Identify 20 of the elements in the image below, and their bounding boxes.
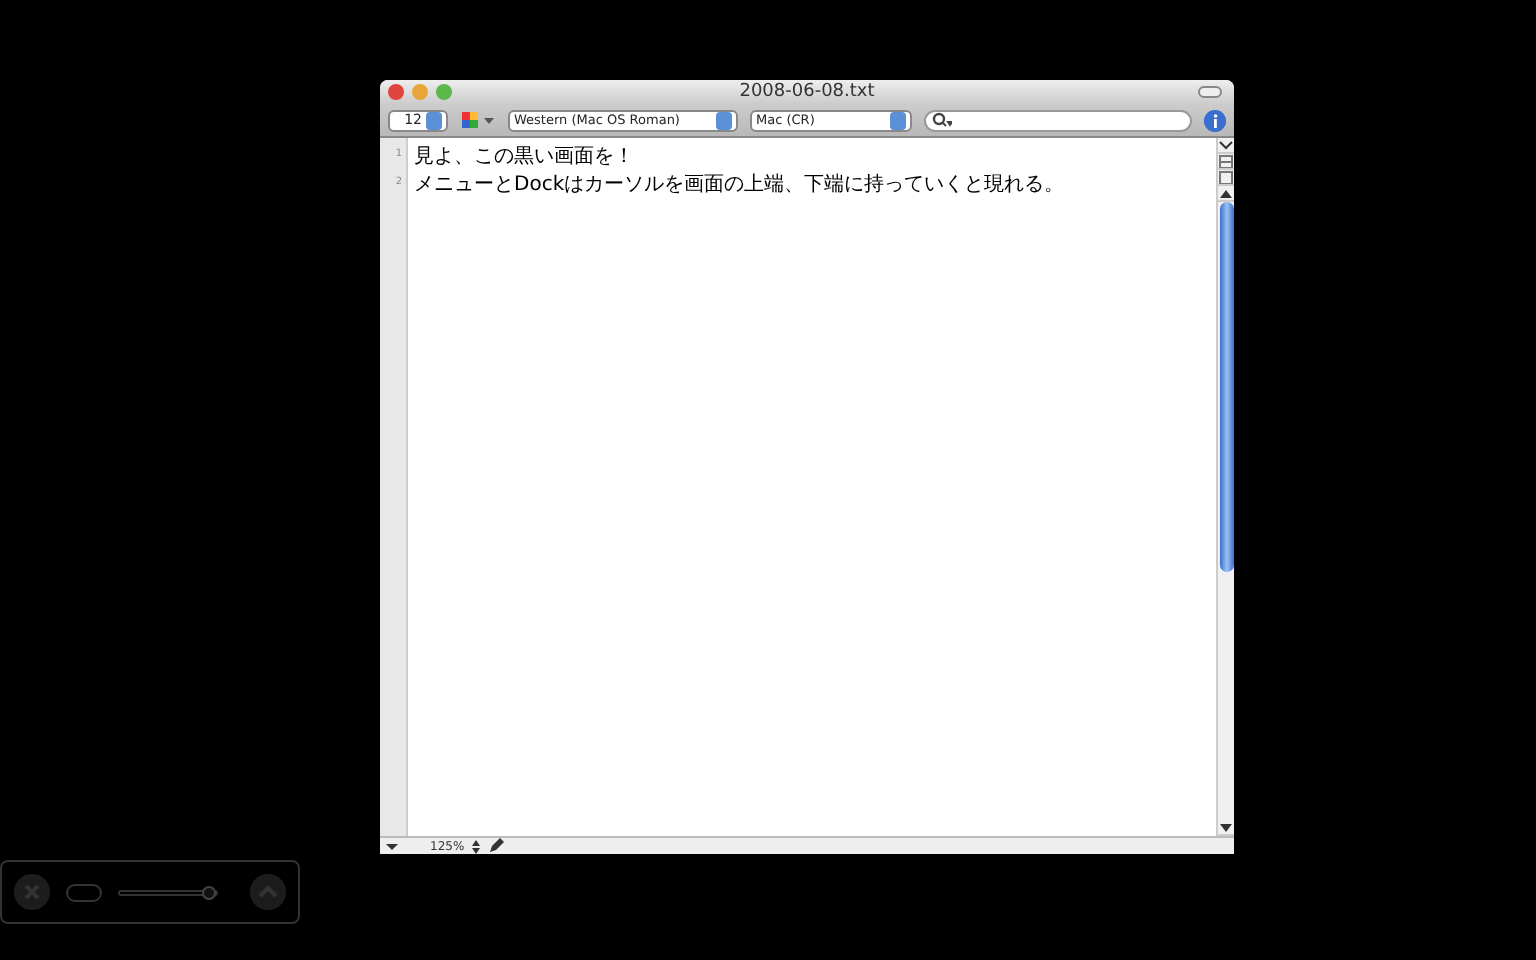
toolbar-toggle-button[interactable] [1198,86,1222,98]
info-icon[interactable] [1204,109,1226,131]
zoom-button[interactable] [436,84,452,100]
toggle-button[interactable] [66,883,102,901]
chevron-icon[interactable] [1218,138,1234,154]
stepper-icon[interactable] [472,839,481,853]
search-field[interactable] [924,109,1192,131]
color-swatch-icon[interactable] [460,110,496,130]
scrollbar-thumb[interactable] [1219,202,1233,573]
text-line: メニューとDockはカーソルを画面の上端、下端に持っていくと現れる。 [414,172,1067,200]
split-icon[interactable] [1218,154,1234,170]
caret-icon[interactable] [386,841,398,851]
search-icon [932,112,952,128]
close-split-icon[interactable] [1218,170,1234,186]
text-line: 見よ、この黒い画面を！ [414,144,636,172]
scroll-up-arrow-icon[interactable] [1218,186,1234,202]
slider-thumb[interactable] [201,885,216,899]
window-title: 2008-06-08.txt [739,80,875,104]
close-button[interactable] [388,84,404,100]
slider-track[interactable] [118,889,218,895]
